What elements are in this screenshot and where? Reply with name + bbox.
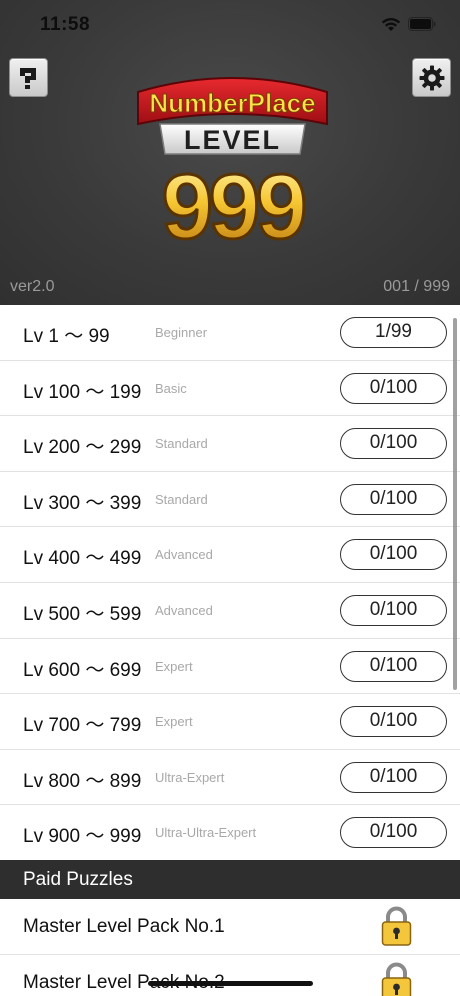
pack-row-1[interactable]: Master Level Pack No.1 [0,899,460,955]
settings-button[interactable] [412,58,451,97]
pack-label: Master Level Pack No.1 [23,916,225,937]
level-row-600[interactable]: Lv 600 ～ 699 Expert 0/100 [0,638,460,695]
level-range: Lv 900 ～ 999 [23,826,142,848]
level-row-100[interactable]: Lv 100 ～ 199 Basic 0/100 [0,360,460,417]
level-row-800[interactable]: Lv 800 ～ 899 Ultra-Expert 0/100 [0,749,460,806]
home-indicator[interactable] [148,981,313,986]
app-logo: NumberPlace LEVEL 999 [137,77,328,254]
level-range: Lv 1 ～ 99 [23,326,110,347]
level-progress-badge: 0/100 [340,539,447,571]
level-difficulty: Ultra-Ultra-Expert [155,825,257,841]
gear-icon [419,65,444,90]
level-difficulty: Standard [155,491,208,507]
status-bar: 11:58 [0,0,460,50]
level-row-200[interactable]: Lv 200 ～ 299 Standard 0/100 [0,416,460,472]
level-row-400[interactable]: Lv 400 ～ 499 Advanced 0/100 [0,527,460,583]
level-range: Lv 500 ～ 599 [23,603,142,625]
level-range: Lv 200 ～ 299 [23,437,142,459]
logo-title: NumberPlace [149,88,315,118]
level-difficulty: Beginner [155,325,208,340]
level-range: Lv 400 ～ 499 [23,548,142,570]
level-range: Lv 300 ～ 399 [23,492,142,514]
pack-row-2[interactable]: Master Level Pack No.2 [0,955,460,996]
level-difficulty: Ultra-Expert [155,769,225,785]
lock-icon [381,906,412,946]
level-difficulty: Advanced [155,547,213,563]
app-header: 11:58 NumberPlace LEVEL 999 ver2.0 001 /… [0,0,460,305]
help-button[interactable] [9,58,48,97]
level-progress-badge: 0/100 [340,706,447,738]
wifi-icon [381,17,401,31]
level-row-700[interactable]: Lv 700 ～ 799 Expert 0/100 [0,694,460,750]
level-progress-badge: 0/100 [340,650,447,682]
level-range: Lv 600 ～ 699 [23,659,142,681]
level-range: Lv 100 ～ 199 [23,381,142,403]
level-progress-badge: 0/100 [340,594,447,626]
level-difficulty: Standard [155,436,208,452]
scroll-indicator[interactable] [453,318,457,690]
overall-progress: 001 / 999 [383,278,450,295]
level-progress-badge: 0/100 [340,372,447,404]
logo-level-word: LEVEL [184,125,281,155]
level-progress-badge: 0/100 [340,428,447,460]
level-progress-badge: 0/100 [340,483,447,515]
level-progress-badge: 0/100 [340,817,447,849]
battery-icon [408,17,436,31]
lock-icon [381,962,412,996]
level-progress-badge: 0/100 [340,761,447,793]
level-range: Lv 800 ～ 899 [23,770,142,792]
level-difficulty: Basic [155,380,187,396]
help-icon [19,67,36,89]
level-row-900[interactable]: Lv 900 ～ 999 Ultra-Ultra-Expert 0/100 [0,805,460,861]
level-progress-badge: 1/99 [340,317,447,348]
paid-section-title: Paid Puzzles [23,869,133,890]
level-row-300[interactable]: Lv 300 ～ 399 Standard 0/100 [0,471,460,528]
logo-number: 999 [162,156,304,254]
level-list: Lv 1 ～ 99 Beginner 1/99 Lv 100 ～ 199 Bas… [0,305,460,861]
level-difficulty: Expert [155,658,193,674]
version-label: ver2.0 [10,278,55,295]
level-difficulty: Advanced [155,602,213,618]
paid-section-header: Paid Puzzles [0,860,460,899]
level-row-1[interactable]: Lv 1 ～ 99 Beginner 1/99 [0,305,460,361]
status-time: 11:58 [40,14,91,35]
level-range: Lv 700 ～ 799 [23,715,142,737]
level-difficulty: Expert [155,714,193,730]
level-row-500[interactable]: Lv 500 ～ 599 Advanced 0/100 [0,582,460,639]
